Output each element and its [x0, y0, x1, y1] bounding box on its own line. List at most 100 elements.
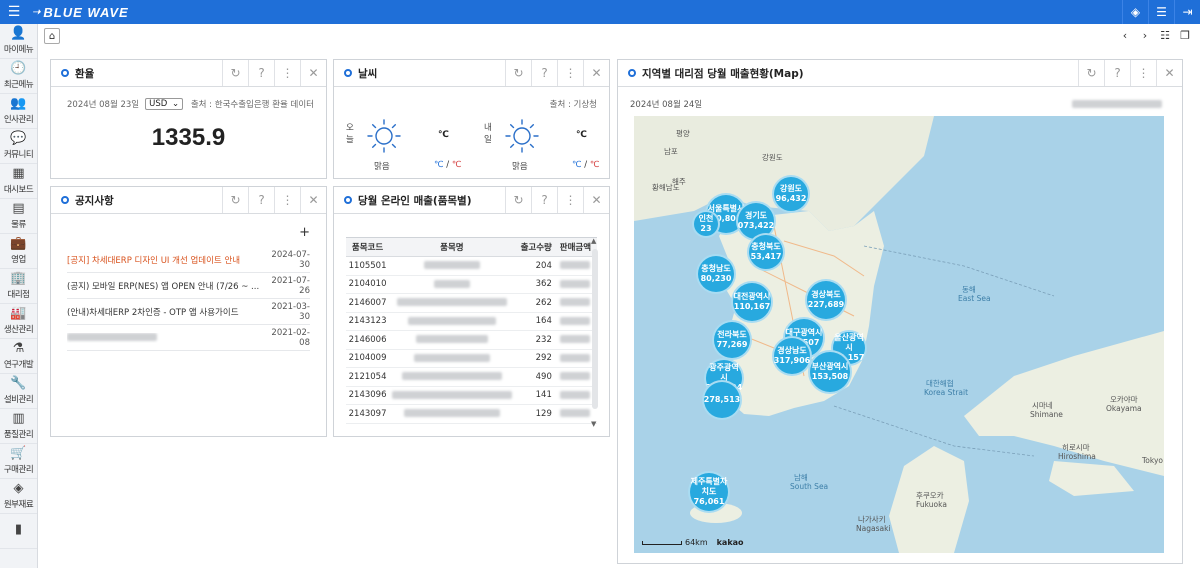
refresh-icon[interactable]: ↻ [505, 60, 531, 86]
table-row[interactable]: 2104009 292 [346, 350, 597, 368]
region-name: 충청남도 [701, 264, 731, 273]
region-bubble[interactable]: 부산광역시 153,508 [808, 350, 852, 394]
weather-range: ℃ / ℃ [572, 160, 600, 170]
header-name[interactable]: 품목명 [389, 238, 514, 256]
table-row[interactable]: 2143097 129 [346, 405, 597, 424]
scroll-up-icon[interactable]: ▲ [591, 237, 596, 245]
region-bubble[interactable]: 경상북도 227,689 [805, 279, 847, 321]
region-name: 부산광역시 [811, 362, 849, 371]
home-icon[interactable]: ⌂ [44, 28, 60, 44]
sidebar-item-0[interactable]: 👤 마이메뉴 [0, 24, 37, 59]
table-row[interactable]: 2143123 164 [346, 313, 597, 331]
region-bubble[interactable]: 전라북도 77,269 [712, 320, 752, 360]
sidebar-item-8[interactable]: 🏭 생산관리 [0, 304, 37, 339]
hamburger-menu-icon[interactable]: ☰ [0, 0, 28, 24]
scroll-thumb[interactable] [592, 249, 598, 409]
close-icon[interactable]: ✕ [300, 60, 326, 86]
more-icon[interactable]: ⋮ [1130, 60, 1156, 86]
help-icon[interactable]: ? [531, 60, 557, 86]
scroll-down-icon[interactable]: ▼ [591, 420, 596, 428]
notice-row[interactable]: [공지] 차세대ERP 디자인 UI 개선 업데이트 안내 2024-07-30 [67, 247, 310, 273]
sidebar-item-label: 최근메뉴 [3, 80, 34, 90]
table-row[interactable]: 2146007 262 [346, 294, 597, 313]
sidebar-item-13[interactable]: ◈ 원부재료 [0, 479, 37, 514]
close-icon[interactable]: ✕ [1156, 60, 1182, 86]
cell-qty: 204 [535, 260, 552, 271]
notice-row[interactable]: 2021-02-08 [67, 325, 310, 351]
refresh-icon[interactable]: ↻ [1078, 60, 1104, 86]
help-icon[interactable]: ? [1104, 60, 1130, 86]
refresh-icon[interactable]: ↻ [222, 60, 248, 86]
help-icon[interactable]: ? [248, 60, 274, 86]
sidebar-item-label: 대리점 [7, 290, 30, 300]
region-bubble[interactable]: 충청북도 53,417 [747, 233, 785, 271]
header-qty[interactable]: 출고수량 [515, 238, 554, 256]
sidebar-item-3[interactable]: 💬 커뮤니티 [0, 129, 37, 164]
chevron-left-icon[interactable]: ‹ [1118, 28, 1132, 42]
more-icon[interactable]: ⋮ [557, 187, 583, 213]
table-row[interactable]: 1105501 204 [346, 257, 597, 276]
help-icon[interactable]: ? [531, 187, 557, 213]
table-row[interactable]: 2146006 232 [346, 331, 597, 350]
refresh-icon[interactable]: ↻ [222, 187, 248, 213]
notice-title[interactable] [67, 333, 262, 343]
chart-icon: ▮ [14, 522, 23, 537]
region-bubble[interactable]: 대전광역시 110,167 [731, 281, 773, 323]
sidebar-item-6[interactable]: 💼 영업 [0, 234, 37, 269]
table-row[interactable]: 2121054 490 [346, 368, 597, 387]
add-notice-icon[interactable]: + [299, 225, 310, 240]
more-icon[interactable]: ⋮ [557, 60, 583, 86]
layers-icon[interactable]: ◈ [1122, 0, 1148, 24]
sidebar-item-14[interactable]: ▮ [0, 514, 37, 549]
region-name: 강원도 [779, 184, 803, 193]
region-bubble[interactable]: 경상남도 317,906 [772, 336, 812, 376]
region-bubble[interactable]: 인천 23 [692, 210, 720, 238]
sidebar-item-1[interactable]: 🕘 최근메뉴 [0, 59, 37, 94]
sidebar-item-4[interactable]: ▦ 대시보드 [0, 164, 37, 199]
close-icon[interactable]: ✕ [583, 187, 609, 213]
region-bubble[interactable]: 충청남도 80,230 [696, 254, 736, 294]
close-icon[interactable]: ✕ [300, 187, 326, 213]
region-bubble[interactable]: 제주특별자치도 76,061 [688, 471, 730, 513]
table-row[interactable]: 2104010 362 [346, 276, 597, 294]
sidebar-item-10[interactable]: 🔧 설비관리 [0, 374, 37, 409]
sidebar-item-9[interactable]: ⚗ 연구개발 [0, 339, 37, 374]
logout-icon[interactable]: ⇥ [1174, 0, 1200, 24]
table-row[interactable]: 2143096 141 [346, 387, 597, 405]
region-value: 53,417 [750, 252, 782, 261]
notice-title[interactable]: (공지) 모바일 ERP(NES) 앱 OPEN 안내 (7/26 ~ ... [67, 280, 262, 292]
korea-map[interactable]: 평양남포해주황해남도개성강원도동해East Sea대한해협Korea Strai… [634, 116, 1164, 553]
chevron-right-icon[interactable]: › [1138, 28, 1152, 42]
sidebar-item-7[interactable]: 🏢 대리점 [0, 269, 37, 304]
list-view-icon[interactable]: ☷ [1158, 28, 1172, 42]
map-label-shimane-en: Shimane [1030, 410, 1063, 419]
sidebar-item-12[interactable]: 🛒 구매관리 [0, 444, 37, 479]
region-name: 제주특별자치도 [690, 477, 728, 496]
blurred-text [560, 390, 591, 399]
list-menu-icon[interactable]: ☰ [1148, 0, 1174, 24]
map-label-okayama-en: Okayama [1106, 404, 1142, 413]
notice-title[interactable]: (안내)차세대ERP 2차인증 - OTP 앱 사용가이드 [67, 306, 262, 318]
refresh-icon[interactable]: ↻ [505, 187, 531, 213]
more-icon[interactable]: ⋮ [274, 187, 300, 213]
blurred-text [560, 372, 591, 381]
more-icon[interactable]: ⋮ [274, 60, 300, 86]
sidebar-item-5[interactable]: ▤ 물류 [0, 199, 37, 234]
sidebar-item-label: 대시보드 [3, 185, 34, 195]
sidebar-item-11[interactable]: ▥ 품질관리 [0, 409, 37, 444]
notice-title[interactable]: [공지] 차세대ERP 디자인 UI 개선 업데이트 안내 [67, 254, 262, 266]
sidebar-item-label: 연구개발 [3, 360, 34, 370]
help-icon[interactable]: ? [248, 187, 274, 213]
sidebar-item-2[interactable]: 👥 인사관리 [0, 94, 37, 129]
region-bubble[interactable]: 강원도 96,432 [772, 175, 810, 213]
close-icon[interactable]: ✕ [583, 60, 609, 86]
region-bubble[interactable]: 278,513 [702, 380, 742, 420]
window-icon[interactable]: ❐ [1178, 28, 1192, 42]
table-scrollbar[interactable]: ▲ ▼ [591, 237, 599, 428]
notice-row[interactable]: (공지) 모바일 ERP(NES) 앱 OPEN 안내 (7/26 ~ ... 2… [67, 273, 310, 299]
app-logo[interactable]: ➝ BLUE WAVE [32, 5, 129, 20]
currency-select[interactable]: USD ⌄ [145, 98, 184, 110]
notice-row[interactable]: (안내)차세대ERP 2차인증 - OTP 앱 사용가이드 2021-03-30 [67, 299, 310, 325]
blurred-info [1072, 100, 1162, 108]
header-code[interactable]: 품목코드 [346, 238, 389, 256]
